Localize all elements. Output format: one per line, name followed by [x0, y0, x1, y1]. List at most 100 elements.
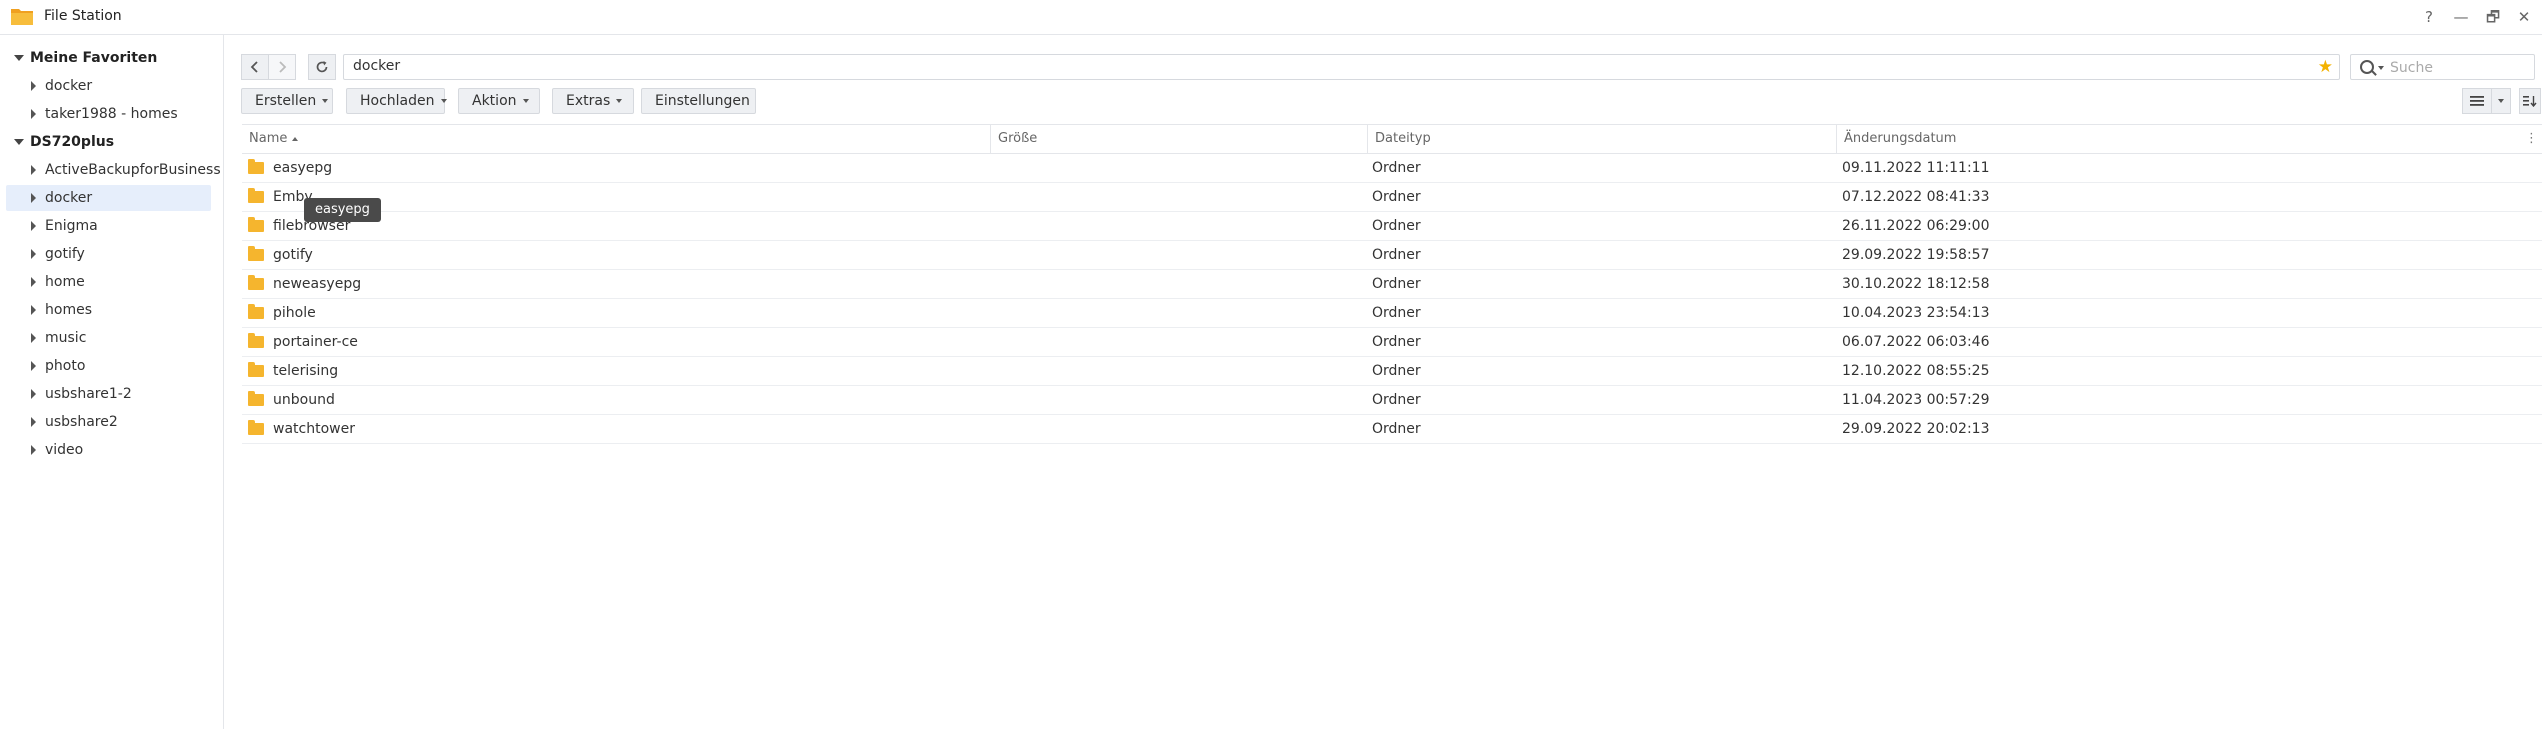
folder-icon [248, 333, 264, 348]
close-icon[interactable]: ✕ [2513, 6, 2535, 28]
search-icon[interactable] [2360, 60, 2374, 74]
chevron-right-icon[interactable] [31, 445, 36, 455]
tree-item-usbshare2[interactable]: usbshare2 [6, 409, 211, 435]
column-header-size[interactable]: Größe [991, 125, 1368, 153]
file-modified: 10.04.2023 23:54:13 [1842, 305, 1990, 321]
tree-item-fav-homes[interactable]: taker1988 - homes [6, 101, 211, 127]
folder-icon [248, 362, 264, 377]
caret-down-icon [440, 99, 447, 103]
tree-item-docker[interactable]: docker [6, 185, 211, 211]
sidebar: Meine Favoriten docker taker1988 - homes… [0, 35, 224, 729]
back-button[interactable] [241, 54, 269, 80]
table-row[interactable]: unbound Ordner 11.04.2023 00:57:29 [242, 386, 2542, 415]
column-header-type[interactable]: Dateityp [1368, 125, 1837, 153]
chevron-right-icon[interactable] [31, 333, 36, 343]
file-modified: 12.10.2022 08:55:25 [1842, 363, 1990, 379]
tree-item-enigma[interactable]: Enigma [6, 213, 211, 239]
file-modified: 29.09.2022 20:02:13 [1842, 421, 1990, 437]
folder-icon [248, 159, 264, 174]
table-row[interactable]: filebrowser Ordner 26.11.2022 06:29:00 [242, 212, 2542, 241]
chevron-right-icon[interactable] [31, 361, 36, 371]
table-row[interactable]: pihole Ordner 10.04.2023 23:54:13 [242, 299, 2542, 328]
caret-down-icon[interactable] [2378, 66, 2384, 70]
table-row[interactable]: gotify Ordner 29.09.2022 19:58:57 [242, 241, 2542, 270]
list-view-icon [2470, 96, 2484, 106]
chevron-right-icon[interactable] [31, 165, 36, 175]
tree-group-ds720plus[interactable]: DS720plus [6, 129, 211, 155]
column-options-icon[interactable]: ⋮ [2525, 125, 2538, 153]
list-view-button[interactable] [2462, 88, 2492, 114]
chevron-right-icon [279, 61, 287, 73]
file-name: unbound [273, 392, 335, 408]
upload-button[interactable]: Hochladen [346, 88, 447, 114]
folder-icon [248, 275, 264, 290]
table-row[interactable]: portainer-ce Ordner 06.07.2022 06:03:46 [242, 328, 2542, 357]
settings-button[interactable]: Einstellungen [641, 88, 756, 114]
maximize-icon[interactable]: 🗗 [2482, 6, 2504, 28]
tree-item-photo[interactable]: photo [6, 353, 211, 379]
path-text: docker [353, 58, 401, 74]
tree-group-favorites[interactable]: Meine Favoriten [6, 45, 211, 71]
folder-icon [248, 217, 264, 232]
extras-button[interactable]: Extras [552, 88, 634, 114]
chevron-down-icon[interactable] [14, 139, 24, 145]
tooltip: easyepg [304, 198, 381, 222]
tree-item-usbshare1-2[interactable]: usbshare1-2 [6, 381, 211, 407]
action-button[interactable]: Aktion [458, 88, 540, 114]
chevron-right-icon[interactable] [31, 389, 36, 399]
chevron-down-icon[interactable] [14, 55, 24, 61]
table-row[interactable]: telerising Ordner 12.10.2022 08:55:25 [242, 357, 2542, 386]
table-row[interactable]: neweasyepg Ordner 30.10.2022 18:12:58 [242, 270, 2542, 299]
table-row[interactable]: easyepg Ordner 09.11.2022 11:11:11 [242, 154, 2542, 183]
refresh-button[interactable] [308, 54, 336, 80]
chevron-right-icon[interactable] [31, 417, 36, 427]
file-list-header: Name Größe Dateityp Änderungsdatum ⋮ [242, 124, 2542, 154]
path-field[interactable]: docker ★ [343, 54, 2340, 80]
folder-icon [248, 188, 264, 203]
file-name: gotify [273, 247, 313, 263]
chevron-right-icon[interactable] [31, 193, 36, 203]
file-type: Ordner [1372, 421, 1421, 437]
table-row[interactable]: watchtower Ordner 29.09.2022 20:02:13 [242, 415, 2542, 444]
file-modified: 06.07.2022 06:03:46 [1842, 334, 1990, 350]
file-type: Ordner [1372, 363, 1421, 379]
help-icon[interactable]: ? [2418, 6, 2440, 28]
tree-item-music[interactable]: music [6, 325, 211, 351]
column-header-name[interactable]: Name [242, 125, 991, 153]
file-modified: 07.12.2022 08:41:33 [1842, 189, 1990, 205]
chevron-right-icon[interactable] [31, 221, 36, 231]
file-name: telerising [273, 363, 339, 379]
file-name: easyepg [273, 160, 333, 176]
chevron-right-icon[interactable] [31, 81, 36, 91]
chevron-right-icon[interactable] [31, 249, 36, 259]
tree-item-homes[interactable]: homes [6, 297, 211, 323]
folder-icon [248, 304, 264, 319]
tree-item-home[interactable]: home [6, 269, 211, 295]
app-title: File Station [44, 8, 122, 24]
chevron-right-icon[interactable] [31, 109, 36, 119]
tree-item-video[interactable]: video [6, 437, 211, 463]
file-type: Ordner [1372, 247, 1421, 263]
file-type: Ordner [1372, 218, 1421, 234]
file-name: neweasyepg [273, 276, 362, 292]
chevron-right-icon[interactable] [31, 305, 36, 315]
tree-item-fav-docker[interactable]: docker [6, 73, 211, 99]
forward-button[interactable] [268, 54, 296, 80]
search-field[interactable] [2350, 54, 2535, 80]
sort-button[interactable] [2519, 88, 2541, 114]
file-type: Ordner [1372, 189, 1421, 205]
chevron-right-icon[interactable] [31, 277, 36, 287]
file-name: pihole [273, 305, 316, 321]
refresh-icon [316, 61, 328, 73]
create-button[interactable]: Erstellen [241, 88, 333, 114]
column-header-modified[interactable]: Änderungsdatum [1837, 125, 2542, 153]
sort-icon [2523, 96, 2537, 108]
tree-item-gotify[interactable]: gotify [6, 241, 211, 267]
minimize-icon[interactable]: — [2450, 6, 2472, 28]
view-options-button[interactable] [2491, 88, 2511, 114]
search-input[interactable] [2388, 57, 2532, 79]
file-type: Ordner [1372, 334, 1421, 350]
star-icon[interactable]: ★ [2318, 57, 2333, 77]
tree-item-activebackup[interactable]: ActiveBackupforBusiness [6, 157, 221, 183]
table-row[interactable]: Emby Ordner 07.12.2022 08:41:33 [242, 183, 2542, 212]
